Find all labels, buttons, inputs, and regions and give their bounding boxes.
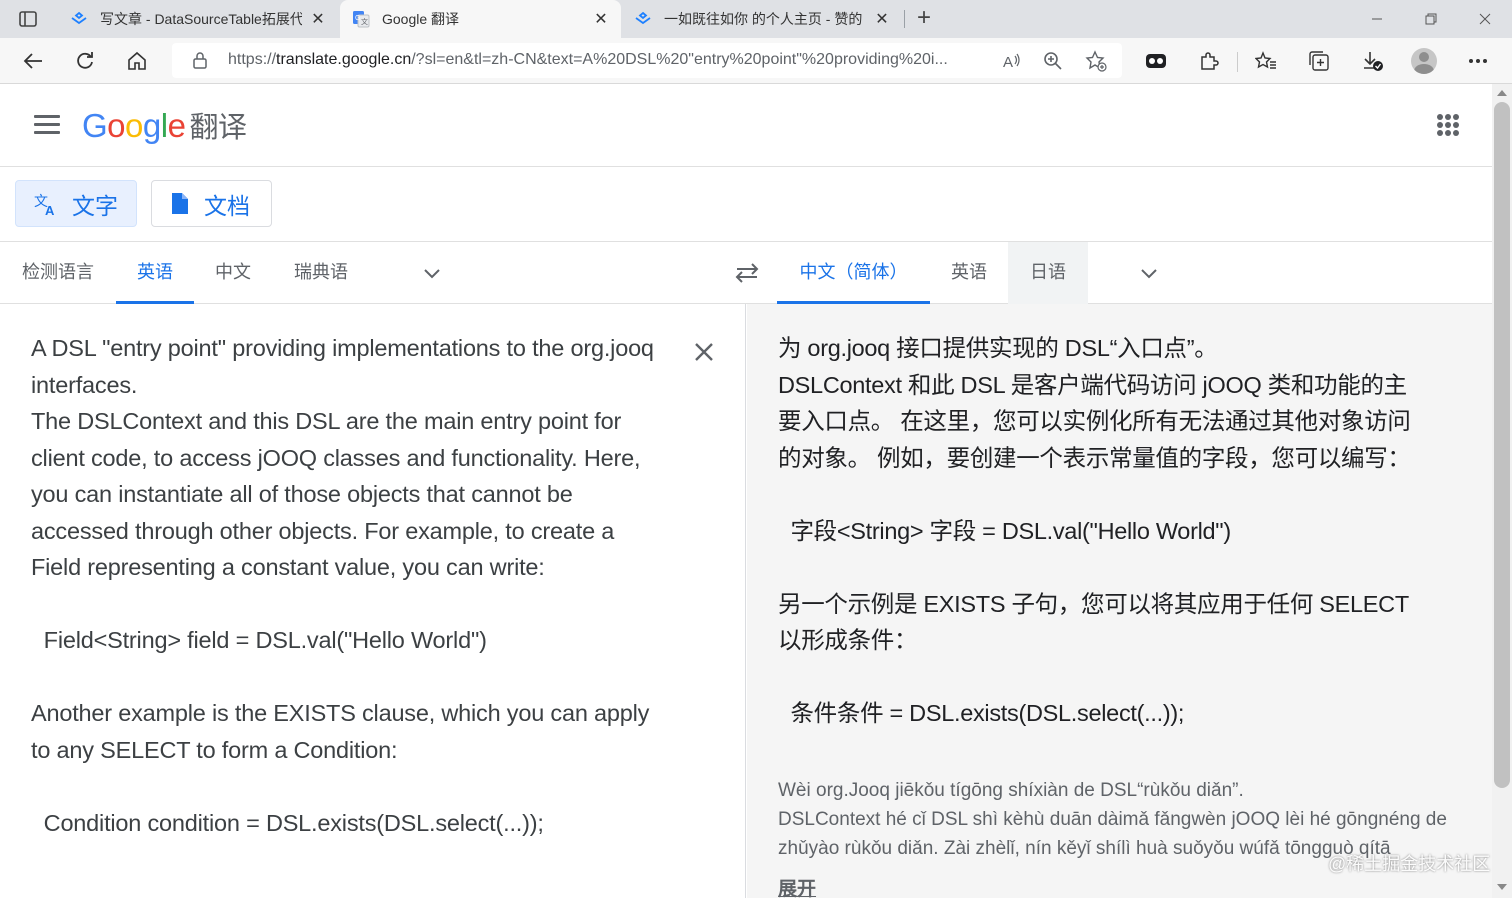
translate-icon: 文A (34, 194, 55, 216)
google-apps-icon[interactable] (1437, 114, 1459, 136)
svg-text:G: G (355, 15, 360, 22)
page-scrollbar[interactable] (1492, 84, 1512, 898)
scroll-up-icon[interactable] (1497, 90, 1507, 96)
swap-languages-icon[interactable] (733, 260, 761, 286)
lock-icon[interactable] (192, 51, 208, 74)
juejin-favicon-icon (635, 11, 651, 25)
svg-text:A: A (45, 203, 55, 216)
target-lang-english-tab[interactable]: 英语 (930, 242, 1008, 304)
target-lang-chinese-simplified-tab[interactable]: 中文（简体） (777, 242, 930, 304)
juejin-favicon-icon (71, 11, 87, 25)
restore-icon[interactable] (1404, 0, 1458, 38)
scrollbar-thumb[interactable] (1494, 102, 1510, 788)
profile-avatar[interactable] (1411, 48, 1437, 74)
source-text-panel: A DSL "entry point" providing implementa… (0, 304, 746, 898)
url-text: https://translate.google.cn/?sl=en&tl=zh… (228, 51, 948, 68)
browser-tab-google-translate[interactable]: G文 Google 翻译 ✕ (340, 0, 621, 38)
refresh-icon[interactable] (71, 47, 99, 75)
extension-icon[interactable] (1142, 47, 1170, 75)
add-favorite-icon[interactable] (1083, 48, 1109, 74)
downloads-icon[interactable] (1359, 47, 1387, 75)
text-mode-label: 文字 (72, 192, 118, 219)
translation-mode-bar: 文A 文字 文档 (0, 167, 1492, 241)
browser-toolbar: https://translate.google.cn/?sl=en&tl=zh… (0, 38, 1512, 84)
document-mode-label: 文档 (204, 192, 250, 219)
source-text-input[interactable]: A DSL "entry point" providing implementa… (31, 330, 671, 841)
browser-tab-profile[interactable]: 一如既往如你 的个人主页 - 赞的 ✕ (622, 0, 902, 38)
detect-language-tab[interactable]: 检测语言 (0, 242, 116, 304)
source-lang-chinese-tab[interactable]: 中文 (194, 242, 272, 304)
document-mode-button[interactable]: 文档 (151, 180, 272, 227)
close-tab-icon[interactable]: ✕ (593, 11, 609, 28)
zoom-icon[interactable] (1040, 48, 1066, 74)
tab-title: Google 翻译 (382, 11, 460, 27)
translate-header: Google 翻译 (0, 84, 1492, 167)
browser-tab-strip: 写文章 - DataSourceTable拓展代 ✕ G文 Google 翻译 … (0, 0, 1512, 38)
google-translate-logo[interactable]: Google 翻译 (82, 104, 247, 146)
new-tab-button[interactable]: + (912, 6, 936, 31)
source-lang-chevron-down-icon[interactable] (420, 262, 444, 286)
toolbar-separator (1237, 52, 1238, 72)
watermark: @稀土掘金技术社区 (1328, 854, 1491, 874)
scroll-down-icon[interactable] (1497, 884, 1507, 890)
source-lang-swedish-tab[interactable]: 瑞典语 (272, 242, 370, 304)
close-tab-icon[interactable]: ✕ (874, 11, 890, 28)
read-aloud-icon[interactable]: A (999, 48, 1025, 74)
clear-source-icon[interactable] (692, 340, 716, 364)
source-lang-english-tab[interactable]: 英语 (116, 242, 194, 304)
address-bar[interactable]: https://translate.google.cn/?sl=en&tl=zh… (172, 43, 1122, 78)
svg-text:文: 文 (361, 17, 368, 26)
google-translate-favicon-icon: G文 (353, 11, 370, 28)
translated-text: 为 org.jooq 接口提供实现的 DSL“入口点”。 DSLContext … (778, 335, 1411, 726)
target-lang-chevron-down-icon[interactable] (1137, 262, 1161, 286)
back-icon[interactable] (19, 47, 47, 75)
tab-title: 写文章 - DataSourceTable拓展代 (100, 11, 302, 27)
browser-tab-article[interactable]: 写文章 - DataSourceTable拓展代 ✕ (58, 0, 338, 38)
hamburger-menu-icon[interactable] (34, 115, 60, 135)
svg-text:A: A (1003, 54, 1013, 70)
home-icon[interactable] (123, 47, 151, 75)
minimize-icon[interactable] (1350, 0, 1404, 38)
close-window-icon[interactable] (1458, 0, 1512, 38)
close-tab-icon[interactable]: ✕ (310, 11, 326, 28)
translation-output-panel: 为 org.jooq 接口提供实现的 DSL“入口点”。 DSLContext … (747, 304, 1492, 898)
tab-title: 一如既往如你 的个人主页 - 赞的 (664, 11, 863, 27)
target-lang-japanese-tab[interactable]: 日语 (1008, 242, 1088, 304)
favorites-icon[interactable] (1252, 47, 1280, 75)
expand-link[interactable]: 展开 (778, 874, 816, 898)
collections-icon[interactable] (1305, 47, 1333, 75)
extensions-puzzle-icon[interactable] (1195, 47, 1223, 75)
language-bar: 检测语言 英语 中文 瑞典语 中文（简体） 英语 日语 (0, 241, 1492, 304)
text-mode-button[interactable]: 文A 文字 (15, 180, 137, 227)
tab-actions-icon[interactable] (10, 8, 46, 30)
tab-separator (904, 10, 905, 28)
more-options-icon[interactable] (1464, 47, 1492, 75)
document-icon (172, 192, 188, 214)
